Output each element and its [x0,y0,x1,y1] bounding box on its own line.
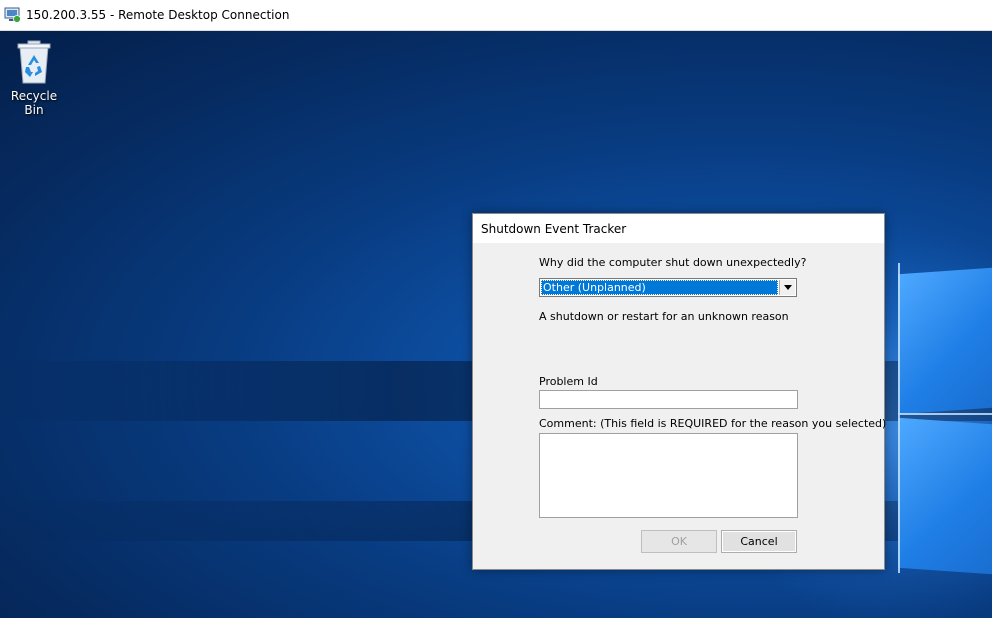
shutdown-event-tracker-dialog: Shutdown Event Tracker Why did the compu… [472,213,887,570]
problem-id-label: Problem Id [539,375,598,388]
wallpaper-logo-edge [898,263,900,573]
shutdown-reason-select[interactable]: Other (Unplanned) [539,278,797,297]
wallpaper-logo-edge [898,413,992,415]
reason-description: A shutdown or restart for an unknown rea… [539,310,789,323]
problem-id-input[interactable] [539,390,798,409]
dialog-titlebar[interactable]: Shutdown Event Tracker [473,214,884,243]
recycle-bin-icon [14,39,54,85]
dialog-title: Shutdown Event Tracker [481,222,627,236]
chevron-down-icon [783,285,792,290]
comment-textarea[interactable] [539,433,798,518]
rdp-titlebar[interactable]: 150.200.3.55 - Remote Desktop Connection [0,0,992,31]
window-title: 150.200.3.55 - Remote Desktop Connection [26,8,290,22]
remote-desktop-icon [4,7,22,23]
shutdown-question-label: Why did the computer shut down unexpecte… [539,256,807,269]
dropdown-button[interactable] [779,280,795,295]
wallpaper-logo-pane [898,267,992,415]
desktop-icon-recycle-bin[interactable]: Recycle Bin [2,39,66,117]
cancel-button[interactable]: Cancel [721,530,797,553]
shutdown-reason-selected: Other (Unplanned) [541,280,778,295]
desktop-icon-label: Recycle Bin [10,89,58,117]
comment-label: Comment: (This field is REQUIRED for the… [539,417,887,430]
ok-button[interactable]: OK [641,530,717,553]
wallpaper-logo-pane [898,417,992,575]
